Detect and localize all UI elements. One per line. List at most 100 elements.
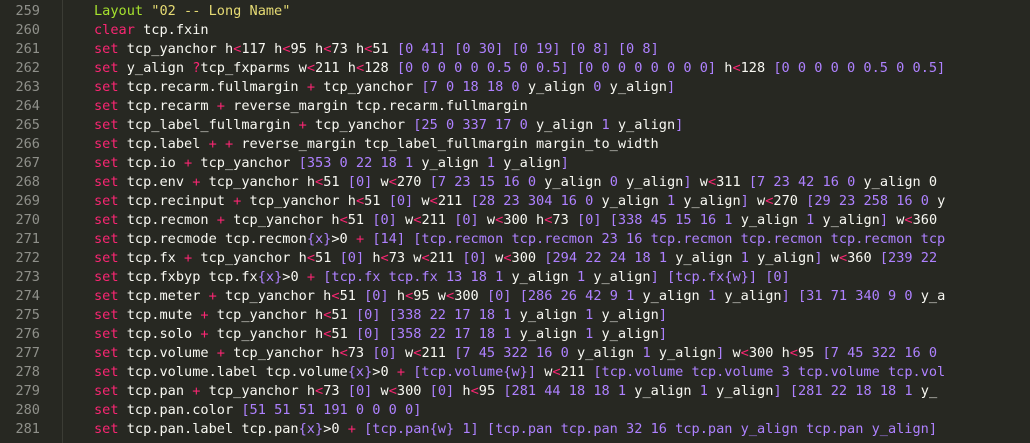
code-token: + — [216, 345, 234, 361]
code-line[interactable]: 260 clear tcp.fxin — [0, 21, 1030, 40]
code-token: y_align — [617, 117, 676, 133]
code-token: tcp.meter — [126, 288, 209, 304]
code-line[interactable]: 264 set tcp.recarm + reverse_margin tcp.r… — [0, 97, 1030, 116]
code-line[interactable]: 272 set tcp.fx + tcp_yanchor h<51 [0] h<7… — [0, 249, 1030, 268]
line-number: 265 — [15, 117, 40, 133]
code-line[interactable]: 261 set tcp_yanchor h<117 h<95 h<73 h<51 … — [0, 40, 1030, 59]
code-line[interactable]: 270 set tcp.recmon + tcp_yanchor h<51 [0]… — [0, 211, 1030, 230]
code-token: < — [339, 212, 348, 228]
code-line[interactable]: 275 set tcp.mute + tcp_yanchor h<51 [0] [… — [0, 306, 1030, 325]
line-number: 272 — [15, 250, 40, 266]
code-token: y_align — [519, 307, 586, 323]
code-text: set tcp.pan + tcp_yanchor h<73 [0] w<300… — [94, 382, 937, 401]
code-token: [0] — [388, 193, 414, 209]
code-text: Layout "02 -- Long Name" — [94, 2, 290, 21]
code-token: reverse_margin tcp_label_fullmargin marg… — [241, 136, 659, 152]
code-token: 1 — [806, 212, 823, 228]
code-token: [0 0 0 0 0 0.5 0 0.5] [0 0 0 0 0 0 0 0] — [396, 60, 717, 76]
code-token: [29 23 258 16 0 — [806, 193, 938, 209]
code-token: 1 — [667, 193, 684, 209]
code-token: [0 0 0 0 0 0.5 0 0.5] — [773, 60, 946, 76]
code-line[interactable]: 273 set tcp.fxbyp tcp.fx{x}>0 + [tcp.fx t… — [0, 268, 1030, 287]
code-token: y_align — [601, 307, 659, 323]
code-text: set tcp.mute + tcp_yanchor h<51 [0] [338… — [94, 306, 667, 325]
code-token: y_align — [822, 212, 880, 228]
code-token: 73 — [347, 345, 373, 361]
code-token: 1 — [576, 269, 594, 285]
code-token: + — [192, 174, 209, 190]
code-token: w — [486, 250, 504, 266]
code-token: w — [724, 345, 741, 361]
code-text: set tcp.recmon + tcp_yanchor h<51 [0] w<… — [94, 211, 937, 230]
code-token: w — [372, 174, 389, 190]
code-token: 1 — [642, 345, 659, 361]
code-line[interactable]: 265 set tcp_label_fullmargin + tcp_yancho… — [0, 116, 1030, 135]
code-token: + — [184, 155, 201, 171]
code-line[interactable]: 269 set tcp.recinput + tcp_yanchor h<51 [… — [0, 192, 1030, 211]
code-token: < — [355, 60, 365, 76]
code-token: w — [691, 174, 708, 190]
code-line[interactable]: 259 Layout "02 -- Long Name" — [0, 2, 1030, 21]
code-token: set — [94, 269, 127, 285]
code-line[interactable]: 268 set tcp.env + tcp_yanchor h<51 [0] w<… — [0, 173, 1030, 192]
code-token: set — [94, 136, 127, 152]
code-token: {w} — [429, 421, 455, 437]
code-token: y_align — [527, 79, 594, 95]
code-token: tcp_yanchor h — [216, 307, 324, 323]
code-token: Layout — [94, 3, 152, 19]
code-token: y_align — [634, 383, 700, 399]
code-token: 0 — [609, 174, 627, 190]
code-line[interactable]: 281 set tcp.pan.label tcp.pan{x}>0 + [tcp… — [0, 420, 1030, 439]
code-token: [tcp.pan tcp.pan 32 16 tcp.pan y_align t… — [486, 421, 938, 437]
code-token: 95 — [797, 345, 823, 361]
line-number: 262 — [15, 60, 40, 76]
code-token: tcp.volume — [126, 345, 217, 361]
code-token: < — [306, 60, 316, 76]
code-token: 300 — [454, 288, 487, 304]
code-token: tcp_yanchor h — [216, 326, 324, 342]
code-editor[interactable]: 259 Layout "02 -- Long Name" 260 clear tcp.… — [0, 0, 1030, 443]
code-token: < — [331, 288, 340, 304]
code-line[interactable]: 267 set tcp.io + tcp_yanchor [353 0 22 18… — [0, 154, 1030, 173]
code-token: h — [388, 288, 406, 304]
code-token: {w} — [503, 364, 528, 380]
code-token: [0] — [347, 383, 373, 399]
code-token: + — [298, 117, 315, 133]
code-token: [0] — [355, 326, 381, 342]
code-token: 311 — [716, 174, 749, 190]
code-token: tcp.fxin — [143, 22, 209, 38]
code-token: ] — [814, 250, 823, 266]
code-line[interactable]: 280 set tcp.pan.color [51 51 51 191 0 0 0… — [0, 401, 1030, 420]
code-line[interactable]: 271 set tcp.recmode tcp.recmon{x}>0 + [14… — [0, 230, 1030, 249]
code-token: 1 — [699, 383, 717, 399]
line-number: 276 — [15, 326, 40, 342]
code-token: 95 — [478, 383, 504, 399]
code-token: y_align — [544, 174, 610, 190]
code-token: "02 -- Long Name" — [151, 3, 291, 19]
code-token: [353 0 22 18 1 — [298, 155, 422, 171]
code-token: < — [421, 250, 430, 266]
code-token: ] — [658, 307, 667, 323]
line-number: 278 — [15, 364, 40, 380]
code-line[interactable]: 266 set tcp.label + + reverse_margin tcp_… — [0, 135, 1030, 154]
line-number: 266 — [15, 136, 40, 152]
code-token: < — [315, 174, 324, 190]
code-line[interactable]: 276 set tcp.solo + tcp_yanchor h<51 [0] [… — [0, 325, 1030, 344]
code-token: set — [94, 345, 127, 361]
code-token: 73 h — [331, 41, 365, 57]
code-line[interactable]: 263 set tcp.recarm.fullmargin + tcp_yanch… — [0, 78, 1030, 97]
code-token: y_align 0 — [863, 174, 938, 190]
code-token: tcp_fxparms w — [200, 60, 307, 76]
code-token: 51 — [339, 288, 365, 304]
code-line[interactable]: 277 set tcp.volume + tcp_yanchor h<73 [0]… — [0, 344, 1030, 363]
code-line[interactable]: 279 set tcp.pan + tcp_yanchor h<73 [0] w<… — [0, 382, 1030, 401]
code-token: y — [937, 193, 946, 209]
code-token: [51 51 51 191 0 0 0 0] — [241, 402, 422, 418]
code-text: set tcp.recmode tcp.recmon{x}>0 + [14] [… — [94, 230, 945, 249]
code-token: 1 — [601, 117, 618, 133]
code-line[interactable]: 274 set tcp.meter + tcp_yanchor h<51 [0] … — [0, 287, 1030, 306]
code-token: 51 — [372, 41, 397, 57]
code-line[interactable]: 278 set tcp.volume.label tcp.volume{x}>0 … — [0, 363, 1030, 382]
code-line[interactable]: 262 set y_align ?tcp_fxparms w<211 h<128 … — [0, 59, 1030, 78]
